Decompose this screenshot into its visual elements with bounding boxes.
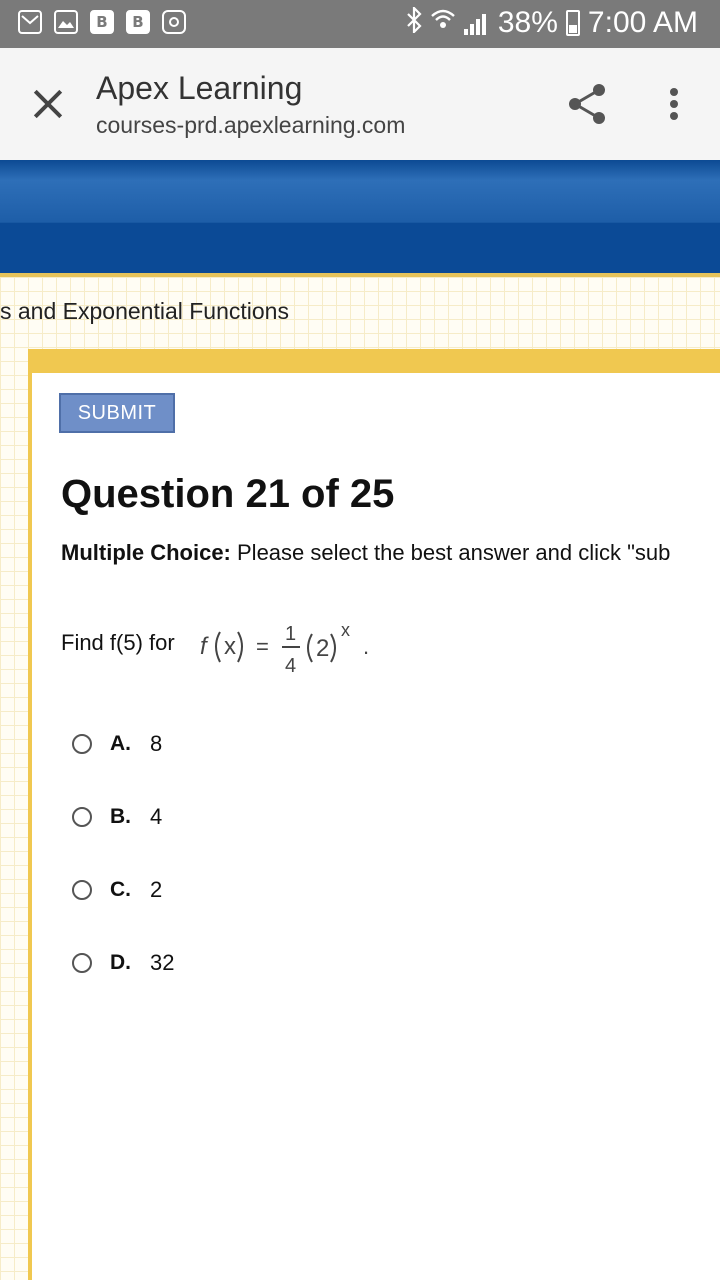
bluetooth-icon xyxy=(406,5,422,39)
browser-toolbar: Apex Learning courses-prd.apexlearning.c… xyxy=(0,48,720,160)
svg-text:x: x xyxy=(224,633,236,660)
clock: 7:00 AM xyxy=(587,6,698,39)
page-title: Apex Learning xyxy=(96,70,303,106)
more-options-icon[interactable] xyxy=(660,82,688,126)
instructions-text: Please select the best answer and click … xyxy=(230,540,671,565)
b-app-icon: B xyxy=(90,10,114,34)
answer-option-d[interactable]: D. 32 xyxy=(72,950,174,976)
signal-icon xyxy=(463,11,490,35)
close-icon[interactable] xyxy=(22,78,74,130)
radio-button[interactable] xyxy=(72,807,92,827)
battery-percent: 38% xyxy=(497,6,558,39)
question-panel-header xyxy=(28,349,720,373)
svg-text:x: x xyxy=(341,620,350,640)
status-bar: B B 38% 7:00 AM xyxy=(0,0,720,48)
instructions-label: Multiple Choice: xyxy=(61,540,231,565)
share-icon[interactable] xyxy=(566,82,610,126)
answer-option-a[interactable]: A. 8 xyxy=(72,731,162,757)
gallery-icon xyxy=(54,10,78,34)
site-banner xyxy=(0,160,720,273)
instructions: Multiple Choice: Please select the best … xyxy=(61,540,670,566)
battery-icon xyxy=(565,10,580,36)
option-letter: C. xyxy=(110,878,131,901)
question-title: Question 21 of 25 xyxy=(61,472,395,516)
radio-button[interactable] xyxy=(72,953,92,973)
option-value: 32 xyxy=(150,950,175,975)
option-letter: A. xyxy=(110,732,131,755)
notification-icons: B B xyxy=(18,10,186,34)
submit-button[interactable]: SUBMIT xyxy=(59,393,175,433)
option-letter: B. xyxy=(110,805,131,828)
b-app-icon: B xyxy=(126,10,150,34)
status-right: 38% 7:00 AM xyxy=(406,5,698,40)
question-prompt: Find f(5) for xyxy=(61,630,175,655)
svg-text:f: f xyxy=(200,633,209,660)
answer-option-c[interactable]: C. 2 xyxy=(72,877,162,903)
page-url: courses-prd.apexlearning.com xyxy=(96,112,406,138)
svg-text:2: 2 xyxy=(316,635,329,662)
option-value: 2 xyxy=(150,877,163,902)
wifi-icon xyxy=(430,6,456,40)
gmail-icon xyxy=(18,10,42,34)
option-value: 4 xyxy=(150,804,163,829)
svg-text:=: = xyxy=(256,634,269,659)
function-equation-image: f x = 1 4 2 x . xyxy=(200,620,369,677)
radio-button[interactable] xyxy=(72,734,92,754)
option-value: 8 xyxy=(150,731,163,756)
answer-option-b[interactable]: B. 4 xyxy=(72,804,162,830)
unit-title: s and Exponential Functions xyxy=(0,298,289,324)
svg-text:.: . xyxy=(363,634,369,659)
svg-text:1: 1 xyxy=(285,623,296,645)
option-letter: D. xyxy=(110,951,131,974)
instagram-icon xyxy=(162,10,186,34)
svg-text:4: 4 xyxy=(285,655,296,677)
radio-button[interactable] xyxy=(72,880,92,900)
